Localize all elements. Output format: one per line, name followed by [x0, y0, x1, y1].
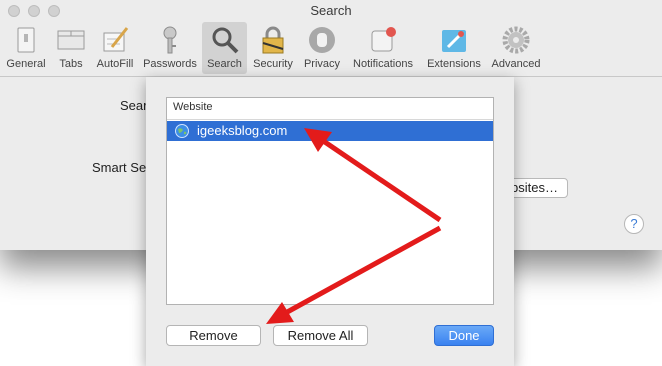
- general-icon: [17, 27, 35, 53]
- title-bar: Search: [0, 0, 662, 22]
- toolbar-item-tabs[interactable]: Tabs: [52, 22, 90, 74]
- done-button[interactable]: Done: [434, 325, 494, 346]
- toolbar-item-extensions[interactable]: Extensions: [421, 22, 487, 74]
- help-button[interactable]: ?: [624, 214, 644, 234]
- toolbar-item-general[interactable]: General: [2, 22, 50, 74]
- toolbar-item-advanced[interactable]: Advanced: [489, 22, 543, 74]
- globe-icon: [175, 124, 189, 138]
- website-column-header[interactable]: Website: [167, 98, 493, 120]
- preferences-toolbar: General Tabs AutoFill Passwords Search S…: [0, 22, 662, 77]
- gear-icon: [502, 26, 530, 54]
- lock-icon: [262, 26, 284, 54]
- remove-button[interactable]: Remove: [166, 325, 261, 346]
- toolbar-item-notifications[interactable]: Notifications: [347, 22, 419, 74]
- window-title: Search: [310, 3, 352, 18]
- search-engine-label: Sear: [120, 98, 148, 113]
- website-name: igeeksblog.com: [197, 123, 288, 138]
- toolbar-item-privacy[interactable]: Privacy: [299, 22, 345, 74]
- toolbar-item-search[interactable]: Search: [202, 22, 247, 74]
- smart-search-field-label: Smart Se: [92, 160, 147, 175]
- toolbar-item-passwords[interactable]: Passwords: [140, 22, 200, 74]
- website-row[interactable]: igeeksblog.com: [167, 121, 493, 141]
- toolbar-item-autofill[interactable]: AutoFill: [92, 22, 138, 74]
- key-icon: [163, 26, 177, 54]
- hand-icon: [309, 27, 335, 53]
- notification-icon: [371, 27, 396, 52]
- tabs-icon: [57, 30, 85, 50]
- remove-all-button[interactable]: Remove All: [273, 325, 368, 346]
- websites-list[interactable]: Website igeeksblog.com: [166, 97, 494, 305]
- extensions-icon: [442, 30, 466, 52]
- autofill-icon: [103, 27, 129, 52]
- manage-websites-sheet: Website igeeksblog.com Remove Remove All…: [146, 77, 514, 366]
- toolbar-item-security[interactable]: Security: [249, 22, 297, 74]
- magnifier-icon: [212, 27, 238, 54]
